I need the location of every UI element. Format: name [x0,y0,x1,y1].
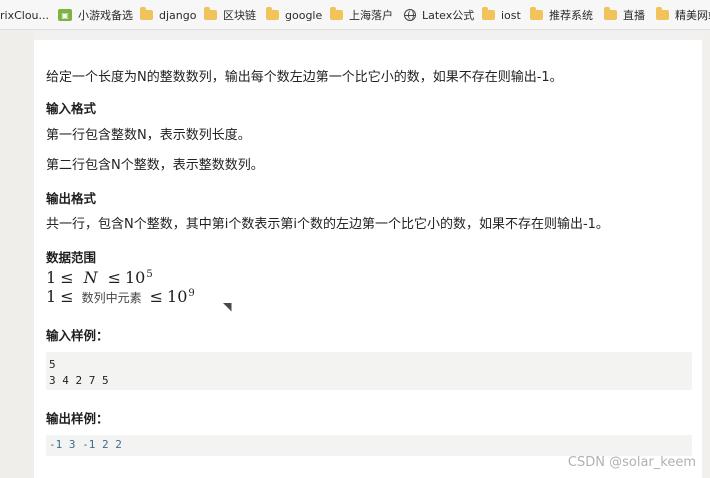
less-equal-symbol: ≤ [149,287,164,306]
power-base: 10 [167,287,188,306]
bookmark-label: 区块链 [223,9,256,22]
bookmarks-bar: rixClou... ▣ 小游戏备选 django 区块链 google 上海落… [0,0,710,30]
range-element-formula: 1 ≤ 数列中元素 ≤ 10 9 [46,287,195,306]
input-format-title: 输入格式 [46,101,97,116]
bookmark-iost[interactable]: iost [482,6,521,24]
folder-icon [330,7,343,20]
bookmark-label: iost [501,8,521,22]
bookmark-blockchain[interactable]: 区块链 [204,6,256,24]
bookmark-label: google [285,8,323,22]
folder-icon [604,7,617,20]
power-base: 10 [125,268,146,287]
browser-window: rixClou... ▣ 小游戏备选 django 区块链 google 上海落… [0,0,710,478]
folder-icon [140,7,153,20]
less-equal-symbol: ≤ [107,268,121,287]
range-lower-value: 1 [46,287,57,306]
left-page-margin [0,30,34,478]
bookmark-label: 直播 [623,9,645,22]
folder-icon [656,7,669,20]
input-format-line-1: 第一行包含整数N，表示数列长度。 [46,128,251,143]
bookmark-label: 精美网站 [675,9,710,22]
bookmark-label: rixClou... [0,8,50,22]
input-format-line-2: 第二行包含N个整数，表示整数数列。 [46,158,264,173]
output-format-line-1: 共一行，包含N个整数，其中第i个数表示第i个数的左边第一个比它小的数，如果不存在… [46,217,609,232]
variable-n: N [83,268,98,287]
bookmark-label: Latex公式 [422,9,475,22]
less-equal-symbol: ≤ [60,287,74,306]
csdn-watermark: CSDN @solar_keem [567,455,696,470]
problem-description: 给定一个长度为N的整数数列，输出每个数左边第一个比它小的数，如果不存在则输出-1… [46,70,563,85]
sample-input-code[interactable]: 5 3 4 2 7 5 [46,352,692,390]
bookmark-live[interactable]: 直播 [604,6,645,24]
bookmark-google[interactable]: google [266,6,322,24]
folder-icon [482,7,495,20]
problem-content: 给定一个长度为N的整数数列，输出每个数左边第一个比它小的数，如果不存在则输出-1… [34,40,702,478]
bookmark-beautiful-sites[interactable]: 精美网站 [656,6,710,24]
bookmark-shanghai-settlement[interactable]: 上海落户 [330,6,393,24]
sample-output-code[interactable]: -1 3 -1 2 2 [46,435,692,456]
bookmark-label: django [159,8,197,22]
bookmark-label: 小游戏备选 [78,9,133,22]
folder-icon [530,7,543,20]
right-page-margin [702,30,710,478]
bookmark-label: 上海落户 [349,9,393,22]
bookmark-latex-formula[interactable]: Latex公式 [404,6,474,24]
sequence-element-text: 数列中元素 [81,291,142,305]
output-format-title: 输出格式 [46,191,97,206]
bookmark-rixcloud[interactable]: rixClou... [0,6,49,24]
gamepad-icon: ▣ [58,9,72,21]
range-n-formula: 1 ≤ N ≤ 10 5 [46,268,153,287]
sample-output-line: -1 3 -1 2 2 [49,438,122,451]
folder-icon [266,7,279,20]
top-page-margin [34,30,702,40]
bookmark-django[interactable]: django [140,6,196,24]
bookmark-small-games[interactable]: ▣ 小游戏备选 [58,6,133,24]
globe-icon [404,9,416,21]
bookmark-label: 推荐系统 [549,9,593,22]
sample-input-title: 输入样例： [46,328,109,343]
bookmark-recommendation-system[interactable]: 推荐系统 [530,6,593,24]
sample-input-line: 3 4 2 7 5 [49,374,109,387]
range-lower-value: 1 [46,268,57,287]
sample-output-title: 输出样例： [46,411,109,426]
folder-icon [204,7,217,20]
sample-input-line: 5 [49,358,56,371]
data-range-title: 数据范围 [46,250,97,265]
less-equal-symbol: ≤ [60,268,74,287]
